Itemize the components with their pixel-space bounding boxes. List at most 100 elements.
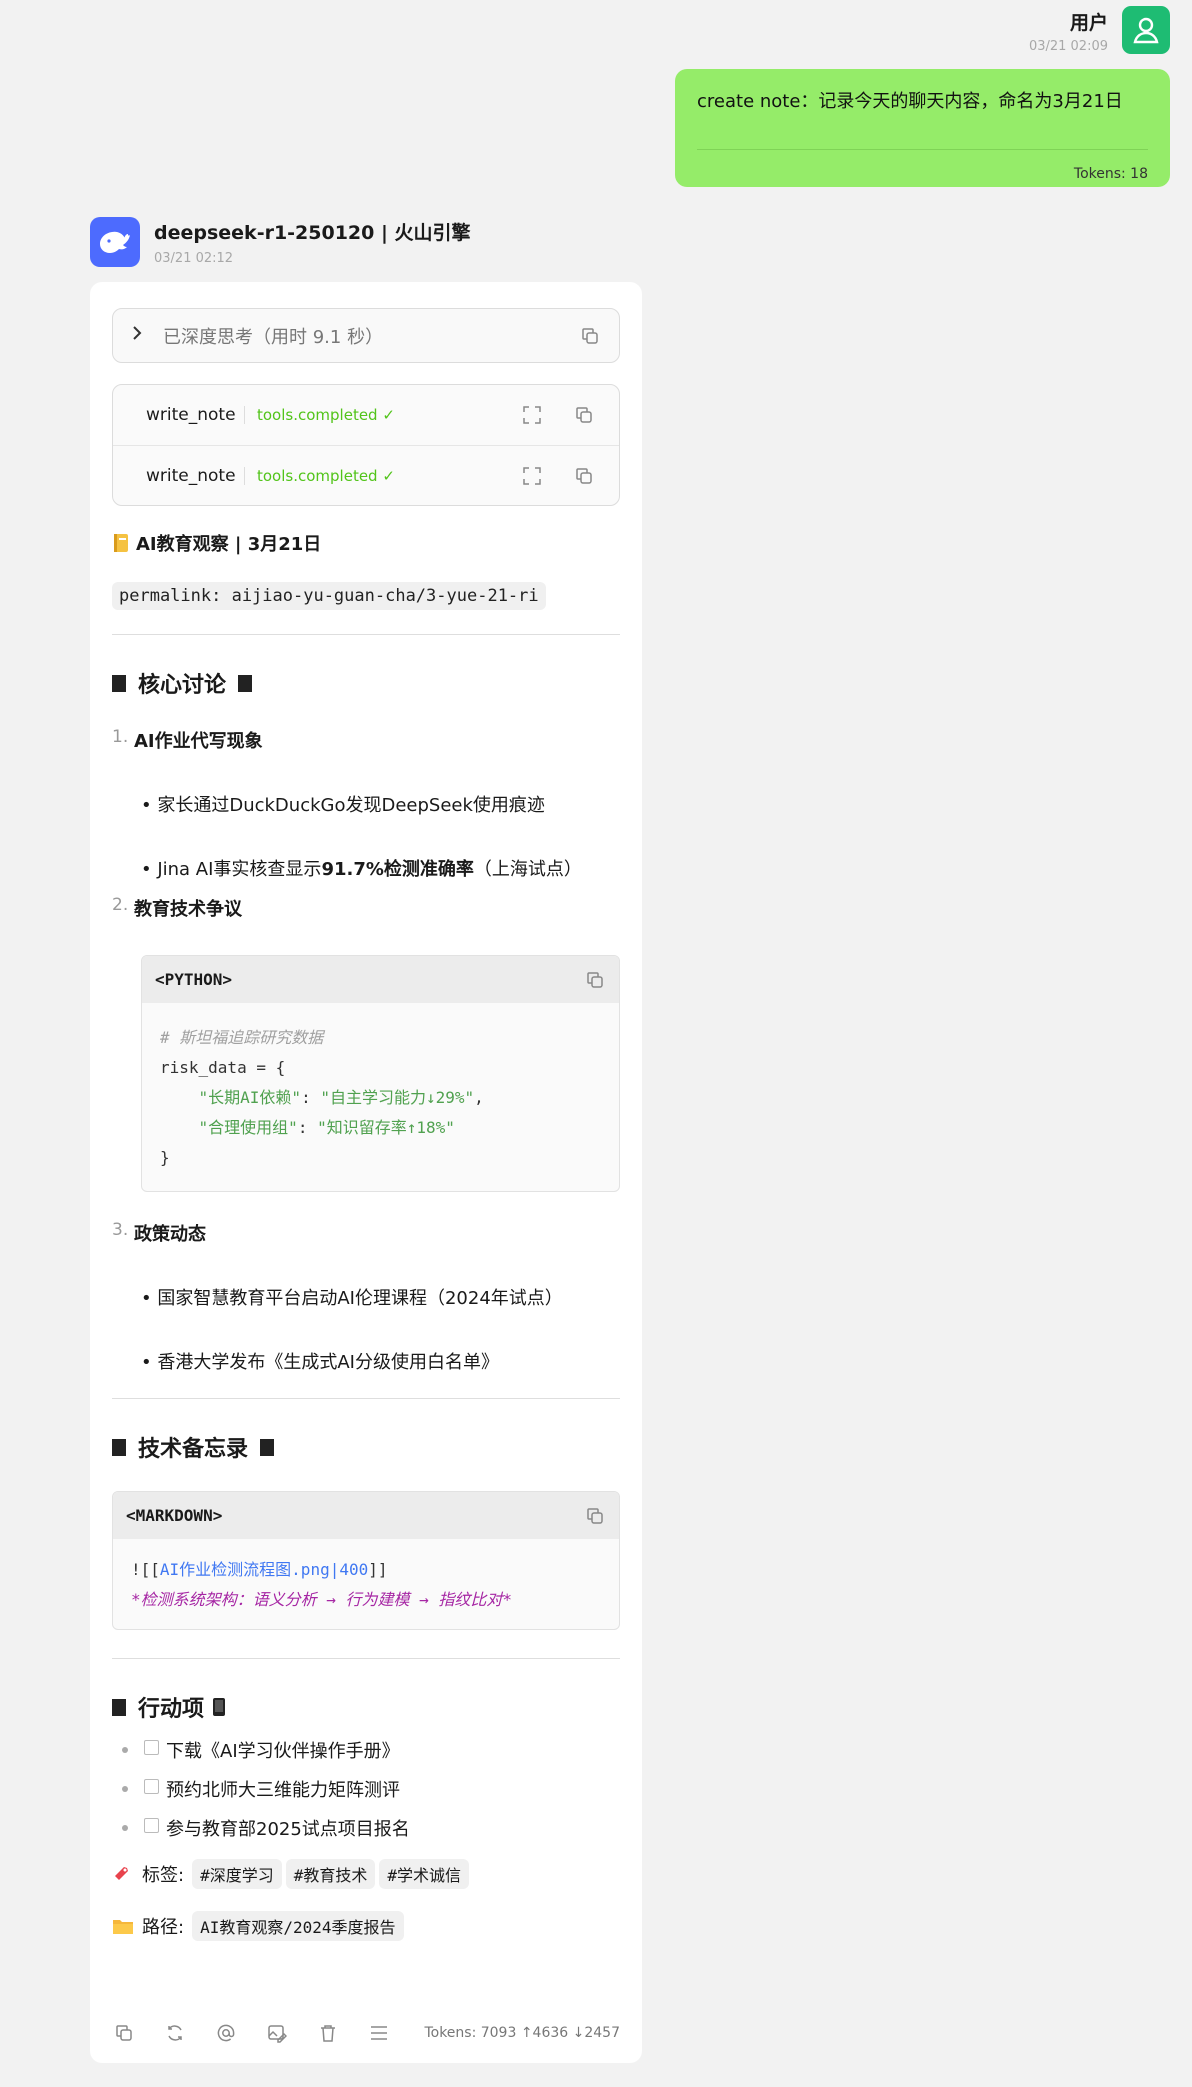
thinking-toggle[interactable]: 已深度思考（用时 9.1 秒） xyxy=(112,308,620,363)
code-body: ![[AI作业检测流程图.png|400]] *检测系统架构：语义分析 → 行为… xyxy=(113,1539,619,1629)
copy-icon[interactable] xyxy=(584,969,606,991)
code-string: "长期AI依赖" xyxy=(198,1088,302,1107)
list-number: 3. xyxy=(112,1220,129,1240)
whale-logo-icon xyxy=(100,231,130,253)
code-string: "合理使用组" xyxy=(198,1118,298,1137)
user-message-text: create note：记录今天的聊天内容，命名为3月21日 xyxy=(697,91,1123,112)
tool-name: write_note xyxy=(146,405,236,425)
notebook-icon xyxy=(112,533,130,553)
task-item: 下载《AI学习伙伴操作手册》 xyxy=(112,1737,620,1763)
tags-label: 标签: xyxy=(142,1865,185,1886)
path-line: 路径: AI教育观察/2024季度报告 xyxy=(112,1911,620,1941)
bullet-dot xyxy=(122,1825,128,1831)
bullet-bold-text: 91.7%检测准确率 xyxy=(321,859,474,880)
black-square-icon xyxy=(112,1438,126,1456)
list-item-title: 教育技术争议 xyxy=(134,899,242,920)
ticket-icon xyxy=(112,1864,134,1884)
delete-icon[interactable] xyxy=(316,2021,340,2045)
code-line: } xyxy=(160,1148,170,1167)
task-label: 参与教育部2025试点项目报名 xyxy=(166,1819,410,1840)
list-item-title: AI作业代写现象 xyxy=(134,731,263,752)
code-token: ]] xyxy=(368,1560,388,1579)
user-icon xyxy=(1133,17,1159,44)
expand-icon[interactable] xyxy=(521,404,543,426)
code-comment: # 斯坦福追踪研究数据 xyxy=(160,1028,324,1047)
message-action-bar: Tokens: 7093 ↑4636 ↓2457 xyxy=(112,2021,620,2045)
tag-pill: #学术诚信 xyxy=(379,1859,469,1889)
code-token: ![[ xyxy=(131,1560,160,1579)
tag-pill: #深度学习 xyxy=(192,1859,282,1889)
task-checkbox[interactable] xyxy=(144,1778,159,1794)
copy-icon[interactable] xyxy=(573,465,595,487)
black-square-icon xyxy=(238,674,253,692)
regenerate-icon[interactable] xyxy=(163,2021,187,2045)
list-item: 3. 政策动态 xyxy=(112,1220,620,1246)
python-code-block: <PYTHON> # 斯坦福追踪研究数据 risk_data = { "长期AI… xyxy=(141,955,620,1192)
bullet-text: • Jina AI事实核查显示91.7%检测准确率（上海试点） xyxy=(141,855,620,881)
mention-icon[interactable] xyxy=(214,2021,238,2045)
copy-icon[interactable] xyxy=(584,1505,606,1527)
path-label: 路径: xyxy=(142,1917,185,1938)
task-list: 下载《AI学习伙伴操作手册》 预约北师大三维能力矩阵测评 参与教育部2025试点… xyxy=(112,1737,620,1841)
divider xyxy=(112,634,620,635)
bullet-text: • 家长通过DuckDuckGo发现DeepSeek使用痕迹 xyxy=(141,795,545,816)
user-message: 用户 03/21 02:09 create note：记录今天的聊天内容，命名为… xyxy=(470,6,1170,187)
section-heading: 技术备忘录 xyxy=(112,1431,620,1463)
section-heading-text: 行动项 xyxy=(138,1697,205,1722)
code-body: # 斯坦福追踪研究数据 risk_data = { "长期AI依赖": "自主学… xyxy=(160,1028,484,1167)
task-label: 下载《AI学习伙伴操作手册》 xyxy=(166,1741,400,1762)
black-square-icon xyxy=(112,674,126,692)
divider xyxy=(697,149,1148,150)
copy-icon[interactable] xyxy=(573,404,595,426)
code-language: <PYTHON> xyxy=(155,970,233,989)
task-checkbox[interactable] xyxy=(144,1739,159,1755)
user-message-bubble: create note：记录今天的聊天内容，命名为3月21日 Tokens: 1… xyxy=(675,69,1170,187)
task-item: 参与教育部2025试点项目报名 xyxy=(112,1815,620,1841)
list-item: 2. 教育技术争议 xyxy=(112,895,620,921)
deepseek-avatar xyxy=(90,217,140,267)
task-item: 预约北师大三维能力矩阵测评 xyxy=(112,1776,620,1802)
tags-line: 标签: #深度学习 #教育技术 #学术诚信 xyxy=(112,1859,620,1889)
markdown-code-block: <MARKDOWN> ![[AI作业检测流程图.png|400]] *检测系统架… xyxy=(112,1491,620,1630)
assistant-timestamp: 03/21 02:12 xyxy=(154,251,234,266)
copy-icon[interactable] xyxy=(112,2021,136,2045)
code-string: "自主学习能力↓29%" xyxy=(320,1088,475,1107)
user-avatar[interactable] xyxy=(1122,6,1170,54)
section-heading-text: 核心讨论 xyxy=(138,673,227,698)
thinking-label: 已深度思考（用时 9.1 秒） xyxy=(163,326,384,348)
list-number: 1. xyxy=(112,727,129,747)
section-heading: 核心讨论 xyxy=(112,667,620,699)
copy-icon[interactable] xyxy=(579,325,601,347)
task-label: 预约北师大三维能力矩阵测评 xyxy=(166,1780,400,1801)
bullet-dot xyxy=(122,1747,128,1753)
code-link: AI作业检测流程图.png|400 xyxy=(159,1560,369,1579)
bullet-text-part: （上海试点） xyxy=(473,859,582,880)
user-timestamp: 03/21 02:09 xyxy=(1028,39,1108,54)
note-title-text: AI教育观察 | 3月21日 xyxy=(136,534,322,555)
section-heading: 行动项 xyxy=(112,1691,620,1723)
tool-call-row[interactable]: write_note tools.completed ✓ xyxy=(113,385,619,445)
tool-name: write_note xyxy=(146,465,236,486)
bullet-text: • 国家智慧教育平台启动AI伦理课程（2024年试点） xyxy=(141,1288,563,1309)
folder-icon xyxy=(112,1916,134,1936)
permalink-code: permalink: aijiao-yu-guan-cha/3-yue-21-r… xyxy=(112,582,546,610)
code-language: <MARKDOWN> xyxy=(126,1506,223,1525)
menu-icon[interactable] xyxy=(367,2021,391,2045)
note-title: AI教育观察 | 3月21日 xyxy=(112,530,620,556)
list-item: 1. AI作业代写现象 xyxy=(112,727,620,753)
expand-icon[interactable] xyxy=(521,465,543,487)
image-edit-icon[interactable] xyxy=(265,2021,289,2045)
token-usage: Tokens: 7093 ↑4636 ↓2457 xyxy=(424,2025,620,2041)
code-block-header: <MARKDOWN> xyxy=(113,1492,619,1539)
section-heading-text: 技术备忘录 xyxy=(138,1437,249,1462)
black-square-icon xyxy=(260,1438,275,1456)
task-checkbox[interactable] xyxy=(144,1817,159,1833)
user-name: 用户 xyxy=(1069,12,1108,34)
tool-call-row[interactable]: write_note tools.completed ✓ xyxy=(113,445,619,505)
code-emphasis: *检测系统架构：语义分析 → 行为建模 → 指纹比对* xyxy=(131,1590,513,1609)
black-square-icon xyxy=(112,1698,126,1716)
user-token-count: Tokens: 18 xyxy=(1073,166,1148,182)
bullet-text: • 香港大学发布《生成式AI分级使用白名单》 xyxy=(141,1352,499,1373)
path-pill: AI教育观察/2024季度报告 xyxy=(192,1911,404,1941)
tool-status: tools.completed ✓ xyxy=(244,466,521,485)
